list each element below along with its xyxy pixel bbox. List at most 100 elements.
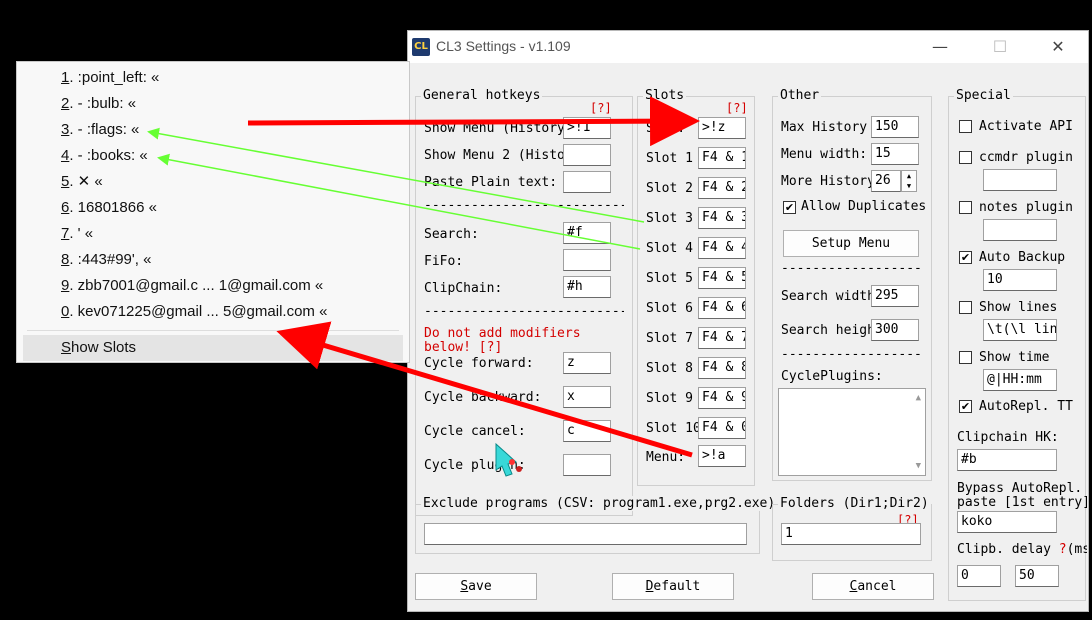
slot-5-input[interactable]: F4 & 5 bbox=[698, 267, 746, 289]
auto-backup-label: Auto Backup bbox=[979, 250, 1066, 265]
clipchain-input[interactable]: #h bbox=[563, 276, 611, 298]
bypass-label-line1: Bypass AutoRepl. bbox=[957, 481, 1083, 496]
setup-menu-button[interactable]: Setup Menu bbox=[783, 230, 919, 257]
more-history-spinner[interactable]: ▲ ▼ bbox=[901, 170, 917, 192]
save-button[interactable]: Save bbox=[415, 573, 537, 600]
paste-plain-input[interactable] bbox=[563, 171, 611, 193]
menu-item-1[interactable]: 1. :point_left: « bbox=[61, 65, 159, 91]
slot-3-label: Slot 3 bbox=[646, 211, 693, 226]
fifo-input[interactable] bbox=[563, 249, 611, 271]
slots-show-label: Show: bbox=[646, 121, 686, 136]
slot-2-label: Slot 2 bbox=[646, 181, 693, 196]
slot-4-label: Slot 4 bbox=[646, 241, 693, 256]
menu-item-5[interactable]: 5. ✕ « bbox=[61, 169, 103, 195]
cycle-cancel-label: Cycle cancel: bbox=[424, 424, 526, 439]
scroll-down-icon[interactable]: ▼ bbox=[916, 461, 921, 471]
cancel-button[interactable]: Cancel bbox=[812, 573, 934, 600]
menu-item-0[interactable]: 0. kev071225@gmail ... 5@gmail.com « bbox=[61, 299, 327, 325]
special-group: Special Activate API ccmdr plugin notes … bbox=[948, 88, 1087, 601]
default-button[interactable]: Default bbox=[612, 573, 734, 600]
slots-help-link[interactable]: [?] bbox=[726, 101, 748, 115]
slot-8-input[interactable]: F4 & 8 bbox=[698, 357, 746, 379]
show-time-input[interactable]: @|HH:mm bbox=[983, 369, 1057, 391]
show-menu-label: Show Menu (History) bbox=[424, 121, 564, 136]
menu-width-input[interactable]: 15 bbox=[871, 143, 919, 165]
menu-item-9[interactable]: 9. zbb7001@gmail.c ... 1@gmail.com « bbox=[61, 273, 323, 299]
other-label: Other bbox=[778, 88, 822, 103]
maximize-button[interactable]: ☐ bbox=[986, 35, 1014, 59]
show-time-checkbox[interactable] bbox=[959, 351, 972, 364]
title-bar[interactable]: CL CL3 Settings - v1.109 — ☐ ✕ bbox=[408, 31, 1088, 63]
max-history-label: Max History bbox=[781, 120, 868, 135]
show-menu-2-input[interactable] bbox=[563, 144, 611, 166]
general-separator-2: ---------------------------------------- bbox=[424, 304, 624, 319]
menu-item-7[interactable]: 7. ' « bbox=[61, 221, 93, 247]
cycle-cancel-input[interactable]: c bbox=[563, 420, 611, 442]
slot-9-label: Slot 9 bbox=[646, 391, 693, 406]
autorepl-checkbox[interactable]: ✔ bbox=[959, 400, 972, 413]
slot-9-input[interactable]: F4 & 9 bbox=[698, 387, 746, 409]
clipb-delay-input-1[interactable]: 0 bbox=[957, 565, 1001, 587]
activate-api-checkbox[interactable] bbox=[959, 120, 972, 133]
slot-10-label: Slot 10 bbox=[646, 421, 701, 436]
slot-3-input[interactable]: F4 & 3 bbox=[698, 207, 746, 229]
window-title: CL3 Settings - v1.109 bbox=[436, 38, 571, 54]
auto-backup-checkbox[interactable]: ✔ bbox=[959, 251, 972, 264]
cycle-forward-label: Cycle forward: bbox=[424, 356, 534, 371]
cycle-plugins-list[interactable]: ▲ ▼ bbox=[778, 388, 926, 476]
show-menu-input[interactable]: >!1 bbox=[563, 117, 611, 139]
clipb-delay-help[interactable]: ? bbox=[1059, 542, 1067, 557]
slot-6-input[interactable]: F4 & 6 bbox=[698, 297, 746, 319]
spin-down-icon[interactable]: ▼ bbox=[902, 181, 916, 191]
menu-item-8[interactable]: 8. :443#99', « bbox=[61, 247, 151, 273]
slot-8-label: Slot 8 bbox=[646, 361, 693, 376]
menu-item-6[interactable]: 6. 16801866 « bbox=[61, 195, 157, 221]
minimize-button[interactable]: — bbox=[926, 35, 954, 59]
bypass-input[interactable]: koko bbox=[957, 511, 1057, 533]
folders-input[interactable]: 1 bbox=[781, 523, 921, 545]
cycle-plugin-input[interactable] bbox=[563, 454, 611, 476]
settings-window: CL CL3 Settings - v1.109 — ☐ ✕ General h… bbox=[407, 30, 1089, 612]
show-slots-label: Show Slots bbox=[61, 339, 137, 356]
more-history-input[interactable]: 26 bbox=[871, 170, 901, 192]
slot-4-input[interactable]: F4 & 4 bbox=[698, 237, 746, 259]
exclude-programs-input[interactable] bbox=[424, 523, 747, 545]
show-lines-checkbox[interactable] bbox=[959, 301, 972, 314]
slot-10-input[interactable]: F4 & 0 bbox=[698, 417, 746, 439]
cycle-forward-input[interactable]: z bbox=[563, 352, 611, 374]
menu-item-4[interactable]: 4. - :books: « bbox=[61, 143, 148, 169]
notes-checkbox[interactable] bbox=[959, 201, 972, 214]
auto-backup-input[interactable]: 10 bbox=[983, 269, 1057, 291]
slots-menu-input[interactable]: >!a bbox=[698, 445, 746, 467]
clipb-delay-label: Clipb. delay ?(ms) bbox=[957, 542, 1087, 557]
cycle-backward-input[interactable]: x bbox=[563, 386, 611, 408]
spin-up-icon[interactable]: ▲ bbox=[902, 171, 916, 181]
close-button[interactable]: ✕ bbox=[1044, 35, 1072, 59]
allow-duplicates-label: Allow Duplicates bbox=[801, 199, 927, 214]
clipb-delay-input-2[interactable]: 50 bbox=[1015, 565, 1059, 587]
search-width-input[interactable]: 295 bbox=[871, 285, 919, 307]
slot-2-input[interactable]: F4 & 2 bbox=[698, 177, 746, 199]
cycle-plugin-label: Cycle plugin: bbox=[424, 458, 526, 473]
show-time-label: Show time bbox=[979, 350, 1050, 365]
paste-plain-label: Paste Plain text: bbox=[424, 175, 558, 190]
ccmdr-checkbox[interactable] bbox=[959, 151, 972, 164]
search-width-label: Search width bbox=[781, 289, 871, 304]
search-height-input[interactable]: 300 bbox=[871, 319, 919, 341]
fifo-label: FiFo: bbox=[424, 254, 464, 269]
slot-1-input[interactable]: F4 & 1 bbox=[698, 147, 746, 169]
slot-7-input[interactable]: F4 & 7 bbox=[698, 327, 746, 349]
search-hotkey-input[interactable]: #f bbox=[563, 222, 611, 244]
notes-input[interactable] bbox=[983, 219, 1057, 241]
scroll-up-icon[interactable]: ▲ bbox=[916, 393, 921, 403]
menu-item-2[interactable]: 2. - :bulb: « bbox=[61, 91, 136, 117]
general-help-link[interactable]: [?] bbox=[590, 101, 612, 115]
ccmdr-input[interactable] bbox=[983, 169, 1057, 191]
slots-show-input[interactable]: >!z bbox=[698, 117, 746, 139]
show-lines-input[interactable]: \t(\l lines) bbox=[983, 319, 1057, 341]
activate-api-label: Activate API bbox=[979, 119, 1073, 134]
clipchain-hk-input[interactable]: #b bbox=[957, 449, 1057, 471]
allow-duplicates-checkbox[interactable]: ✔ bbox=[783, 201, 796, 214]
max-history-input[interactable]: 150 bbox=[871, 116, 919, 138]
menu-item-3[interactable]: 3. - :flags: « bbox=[61, 117, 139, 143]
